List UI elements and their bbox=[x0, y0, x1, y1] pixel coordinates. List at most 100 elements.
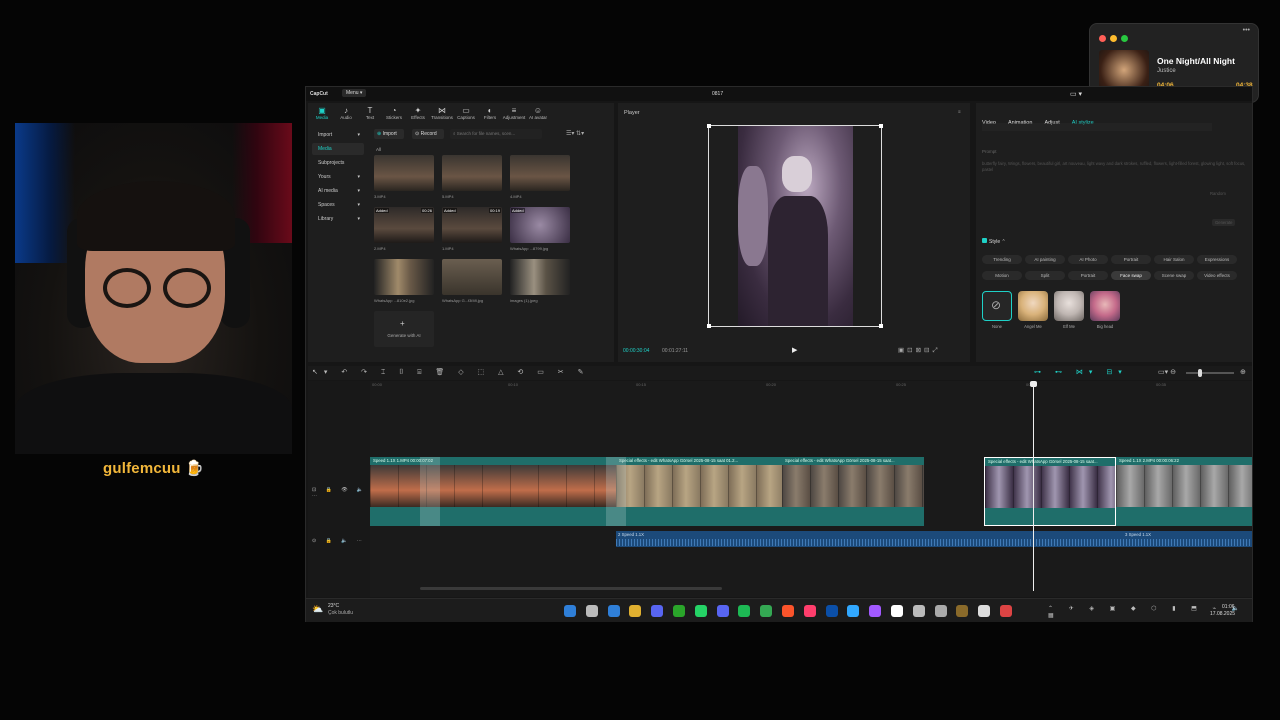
taskbar-app-icon[interactable] bbox=[738, 605, 751, 617]
taskbar-app-icon[interactable] bbox=[934, 605, 947, 617]
sort-icon[interactable]: ☰▾ ⇅▾ bbox=[566, 130, 584, 137]
taskbar-app-icon[interactable] bbox=[629, 605, 642, 617]
style-pill[interactable]: Portrait bbox=[1111, 255, 1151, 264]
edit-tools-icons[interactable]: ↖▾ ↶ ↷ ⌶ ⌷ ⌸ 🗑 ◇ ⬚ △ ⟲ ▭ ✂ ✎ bbox=[312, 368, 589, 377]
preview-canvas[interactable] bbox=[707, 124, 883, 328]
timeline-clip[interactable]: Special effects - edit WhatsApp Görsel 2… bbox=[616, 457, 782, 526]
transition-marker[interactable] bbox=[606, 457, 626, 526]
tool-audio[interactable]: ♪ Audio bbox=[334, 106, 358, 120]
taskbar-app-icon[interactable] bbox=[673, 605, 685, 617]
taskbar-app-icon[interactable] bbox=[585, 605, 598, 617]
style-pill[interactable]: Video effects bbox=[1197, 271, 1237, 280]
style-pill[interactable]: Hair Salon bbox=[1154, 255, 1194, 264]
sidebar-item-library[interactable]: Library ▾ bbox=[312, 213, 364, 225]
sidebar-item-media[interactable]: Media bbox=[312, 143, 364, 155]
sidebar-item-subprojects[interactable]: Subprojects bbox=[312, 157, 364, 169]
media-thumb[interactable] bbox=[442, 155, 502, 191]
snap-tools-icons[interactable]: ⊶ ⊷ ⋈▾ ⊟▾ bbox=[1034, 368, 1128, 376]
clock-date[interactable]: 17.08.2025 bbox=[1210, 611, 1235, 617]
taskbar-app-icon[interactable] bbox=[651, 605, 664, 617]
generate-button[interactable]: Generate bbox=[1212, 219, 1236, 226]
taskbar-app-icon[interactable] bbox=[912, 605, 925, 617]
sidebar-item-ai-media[interactable]: AI media ▾ bbox=[312, 185, 364, 197]
style-pill[interactable]: Face swap bbox=[1111, 271, 1151, 280]
style-toggle[interactable]: Style ⌃ bbox=[982, 238, 1006, 245]
generate-ai-button[interactable]: Generate with AI + bbox=[374, 311, 434, 347]
effect-none[interactable]: ⊘ bbox=[982, 291, 1012, 321]
tool-effects[interactable]: ✦ Effects bbox=[406, 106, 430, 120]
style-pill[interactable]: AI painting bbox=[1025, 255, 1065, 264]
zoom-in-icon[interactable]: ⊕ bbox=[1240, 368, 1246, 376]
window-controls[interactable] bbox=[1099, 29, 1132, 47]
menu-button[interactable]: Menu ▾ bbox=[342, 89, 367, 97]
taskbar-app-icon[interactable] bbox=[891, 605, 903, 617]
style-pill[interactable]: Expressions bbox=[1197, 255, 1237, 264]
style-pill[interactable]: Split bbox=[1025, 271, 1065, 280]
taskbar-app-icon[interactable] bbox=[607, 605, 620, 617]
weather-desc[interactable]: Çok bulutlu bbox=[328, 610, 353, 616]
taskbar-app-icon[interactable] bbox=[978, 605, 991, 617]
tool-adjustment[interactable]: ≡ Adjustment bbox=[502, 106, 526, 120]
taskbar-app-icon[interactable] bbox=[782, 605, 794, 617]
media-thumb[interactable]: Added 00:19 bbox=[442, 207, 502, 243]
media-thumb[interactable] bbox=[374, 155, 434, 191]
audio-clip-1[interactable]: 2 Speed 1.1X bbox=[616, 531, 1252, 547]
media-thumb[interactable]: Added 00:26 bbox=[374, 207, 434, 243]
player-controls-icons[interactable]: ▣⊡⊠⊟⤢ bbox=[898, 346, 941, 355]
media-thumb[interactable]: Added bbox=[510, 207, 570, 243]
taskbar-app-icon[interactable] bbox=[869, 605, 882, 617]
tool-stickers[interactable]: ◔ Stickers bbox=[382, 106, 406, 120]
timeline-scrollbar[interactable] bbox=[420, 587, 722, 590]
timeline-clip[interactable]: Special effects - edit WhatsApp Görsel 2… bbox=[984, 457, 1116, 526]
zoom-controls[interactable]: ▭▾ ⊖ bbox=[1158, 368, 1176, 376]
more-icon[interactable]: ••• bbox=[1243, 27, 1250, 34]
tool-transitions[interactable]: ⋈ Transitions bbox=[430, 106, 454, 120]
style-pill[interactable]: Portrait bbox=[1068, 271, 1108, 280]
timeline-clip[interactable]: Speed 1.1X 1.MP4 00:00:07:02 bbox=[370, 457, 616, 526]
media-thumb[interactable] bbox=[374, 259, 434, 295]
media-thumb[interactable] bbox=[510, 259, 570, 295]
zoom-slider[interactable] bbox=[1186, 369, 1234, 377]
sidebar-item-spaces[interactable]: Spaces ▾ bbox=[312, 199, 364, 211]
effect-angel-me[interactable] bbox=[1018, 291, 1048, 321]
tool-media[interactable]: ▣ Media bbox=[310, 106, 334, 120]
weather-temp[interactable]: 23°C bbox=[328, 603, 339, 609]
taskbar-app-icon[interactable] bbox=[825, 605, 838, 617]
style-pill[interactable]: Scene swap bbox=[1154, 271, 1194, 280]
timeline-clip[interactable]: Speed 1.1X 2.MP4 00:00:06:22 bbox=[1116, 457, 1252, 526]
tool-captions[interactable]: ▭ Captions bbox=[454, 106, 478, 120]
sidebar-item-yours[interactable]: Yours ▾ bbox=[312, 171, 364, 183]
layout-icon[interactable]: ▭ ▾ bbox=[1070, 90, 1082, 98]
record-button[interactable]: ⊙ Record bbox=[412, 129, 444, 139]
style-pill[interactable]: Trending bbox=[982, 255, 1022, 264]
player-menu-icon[interactable]: ≡ bbox=[958, 109, 961, 114]
taskbar-app-icon[interactable] bbox=[716, 605, 729, 617]
taskbar-app-icon[interactable] bbox=[847, 605, 860, 617]
transition-marker[interactable] bbox=[420, 457, 440, 526]
taskbar-app-icon[interactable] bbox=[760, 605, 773, 617]
tool-text[interactable]: T Text bbox=[358, 106, 382, 120]
effect-elf-me[interactable] bbox=[1054, 291, 1084, 321]
playhead[interactable] bbox=[1033, 381, 1034, 591]
play-button[interactable]: ▶ bbox=[792, 346, 797, 354]
media-thumb[interactable] bbox=[442, 259, 502, 295]
effect-big-head[interactable] bbox=[1090, 291, 1120, 321]
filter-all[interactable]: All bbox=[376, 147, 381, 152]
taskbar-app-icon[interactable] bbox=[564, 605, 576, 617]
timeline-clip[interactable]: Special effects - edit WhatsApp Görsel 2… bbox=[782, 457, 924, 526]
import-button[interactable]: ⊕ Import bbox=[374, 129, 404, 139]
tool-ai-avatar[interactable]: ☺ AI avatar bbox=[526, 106, 550, 120]
sidebar-item-import[interactable]: Import ▾ bbox=[312, 129, 364, 141]
search-input[interactable]: ⌕ Search for file names, scen... bbox=[450, 129, 542, 139]
style-pill[interactable]: Motion bbox=[982, 271, 1022, 280]
random-button[interactable]: Random bbox=[1210, 191, 1226, 196]
style-pill[interactable]: AI Photo bbox=[1068, 255, 1108, 264]
taskbar-app-icon[interactable] bbox=[803, 605, 816, 617]
tool-filters[interactable]: ◐ Filters bbox=[478, 106, 502, 120]
playhead-handle[interactable] bbox=[1030, 381, 1037, 387]
prompt-input[interactable]: butterfly fairy, Wings, flowers, beautif… bbox=[982, 161, 1246, 221]
media-thumb[interactable] bbox=[510, 155, 570, 191]
clock-time[interactable]: 01:06 bbox=[1222, 604, 1235, 610]
taskbar-app-icon[interactable] bbox=[956, 605, 969, 617]
taskbar-app-icon[interactable] bbox=[1000, 605, 1012, 617]
